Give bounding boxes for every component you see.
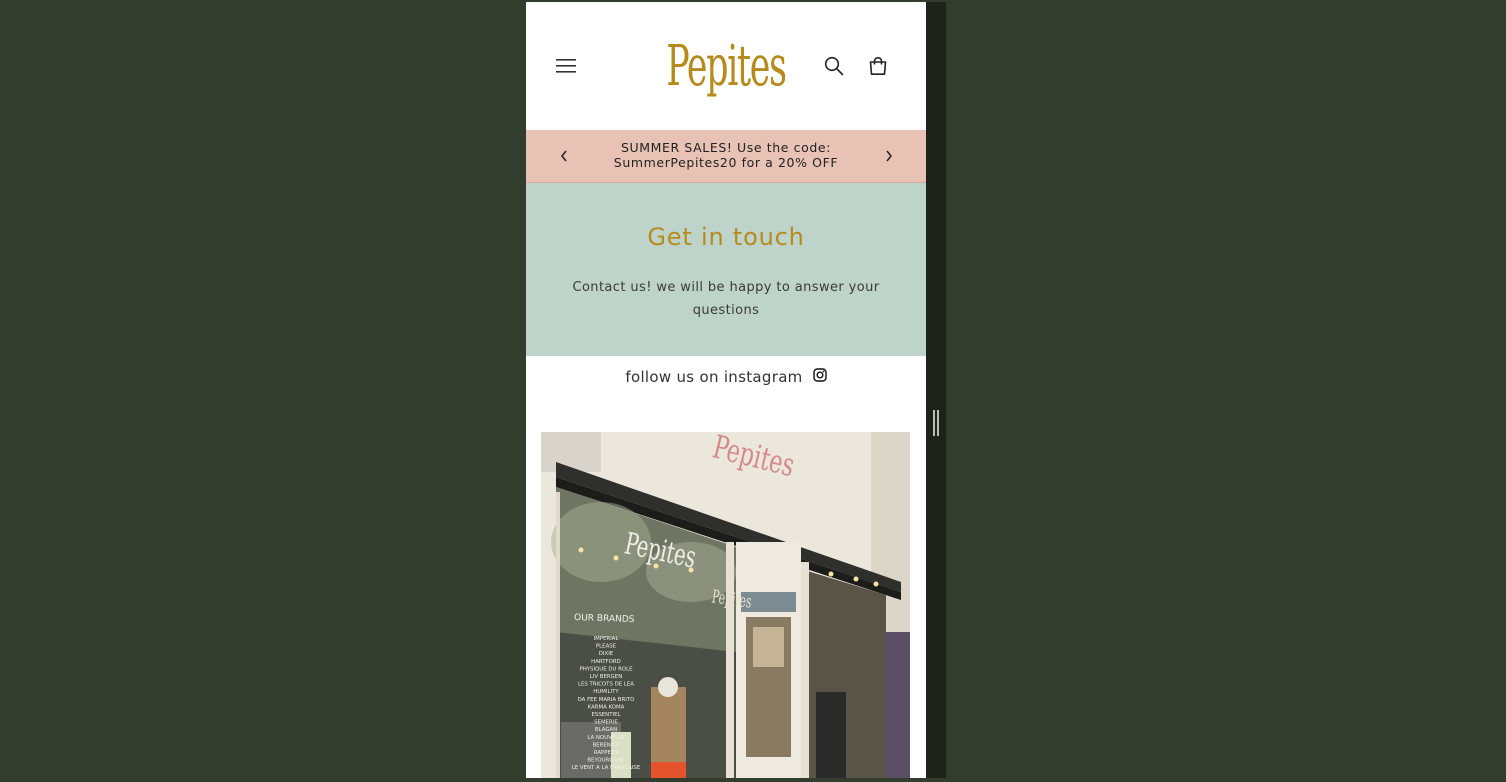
site-header: Pepites bbox=[526, 2, 926, 130]
announcement-prev-button[interactable] bbox=[554, 146, 574, 166]
brand-item: DA FEE MARIA BRITO bbox=[578, 697, 635, 703]
announcement-line-1: SUMMER SALES! Use the code: bbox=[620, 140, 832, 155]
contact-description: Contact us! we will be happy to answer y… bbox=[572, 280, 880, 318]
resize-handle[interactable] bbox=[932, 410, 940, 436]
chevron-left-icon bbox=[561, 150, 567, 162]
brand-item: HARTFORD bbox=[591, 659, 621, 665]
brand-item: BERENICE bbox=[592, 742, 620, 748]
instagram-icon[interactable] bbox=[812, 368, 827, 382]
brand-item: ESSENTIEL bbox=[592, 712, 621, 718]
cart-icon bbox=[869, 56, 887, 75]
brand-item: BEYOURGANE bbox=[587, 758, 625, 764]
cart-button[interactable] bbox=[864, 52, 892, 80]
brand-item: DIXIE bbox=[599, 651, 614, 657]
instagram-section: follow us on instagram bbox=[526, 356, 926, 432]
brand-item: LA NOUVELLE bbox=[587, 735, 625, 741]
storefront-illustration: Pepites Pepites OUR BRANDS IMPERIALPLEAS… bbox=[541, 432, 910, 778]
search-button[interactable] bbox=[820, 52, 848, 80]
brand-item: PHYSIQUE DU ROLE bbox=[579, 666, 633, 672]
brand-item: LE VENT A LA FRANCAISE bbox=[572, 765, 641, 771]
announcement-text: SUMMER SALES! Use the code: SummerPepite… bbox=[586, 140, 866, 170]
contact-title: Get in touch bbox=[647, 223, 805, 251]
announcement-bar: SUMMER SALES! Use the code: SummerPepite… bbox=[526, 130, 926, 183]
browser-viewport: Pepites SUMMER SALES! Use the code: Summ… bbox=[526, 2, 946, 778]
announcement-next-button[interactable] bbox=[879, 146, 899, 166]
search-icon bbox=[824, 56, 844, 76]
brand-item: BLAGAN bbox=[595, 727, 617, 733]
instagram-link[interactable]: follow us on instagram bbox=[526, 368, 926, 386]
brand-item: PLEASE bbox=[596, 644, 617, 650]
brand-item: RAPPERS bbox=[594, 750, 619, 756]
brands-heading: OUR BRANDS bbox=[574, 613, 635, 625]
menu-button[interactable] bbox=[552, 52, 580, 80]
brand-item: SEMERIE bbox=[594, 720, 618, 726]
brand-item: LES TRICOTS DE LEA bbox=[578, 682, 634, 688]
instagram-label: follow us on instagram bbox=[625, 368, 803, 386]
contact-banner: Get in touch Contact us! we will be happ… bbox=[526, 183, 926, 356]
brand-item: KARMA KOMA bbox=[588, 704, 625, 710]
storefront-photo: Pepites Pepites OUR BRANDS IMPERIAL PLEAS… bbox=[541, 432, 910, 778]
hamburger-icon bbox=[556, 59, 576, 73]
announcement-line-2: SummerPepites20 for a 20% OFF bbox=[613, 155, 839, 170]
brand-item: LIV BERGEN bbox=[590, 674, 622, 680]
site-logo[interactable]: Pepites bbox=[666, 16, 787, 116]
chevron-right-icon bbox=[886, 150, 892, 162]
brand-item: IMPERIAL bbox=[594, 636, 619, 642]
mobile-page: Pepites SUMMER SALES! Use the code: Summ… bbox=[526, 2, 926, 778]
brand-item: HUMILITY bbox=[593, 689, 619, 695]
